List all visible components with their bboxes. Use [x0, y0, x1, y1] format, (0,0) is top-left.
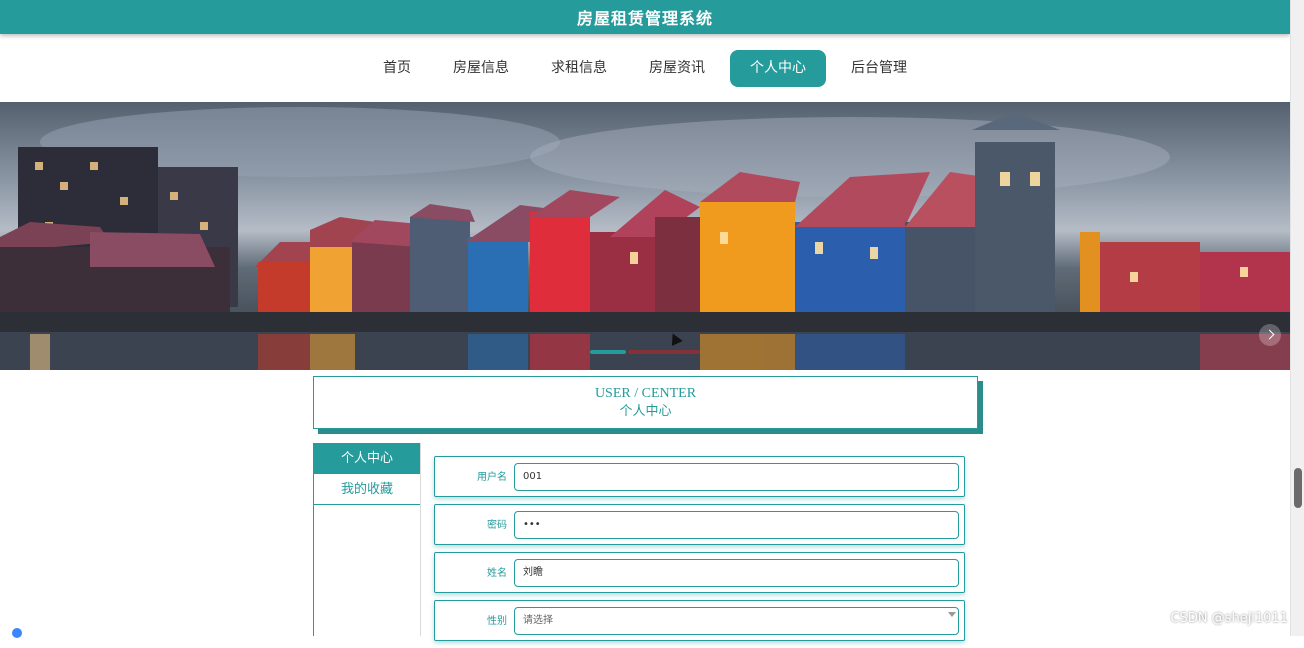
- name-input[interactable]: 刘瞻: [514, 559, 959, 587]
- main-nav: 首页 房屋信息 求租信息 房屋资讯 个人中心 后台管理: [0, 34, 1290, 102]
- carousel-dot-active[interactable]: [590, 350, 626, 354]
- name-label: 姓名: [435, 553, 507, 594]
- banner-image: [0, 102, 1290, 370]
- nav-admin[interactable]: 后台管理: [834, 50, 924, 87]
- user-sidebar: 个人中心 我的收藏: [313, 443, 421, 636]
- nav-rent-request[interactable]: 求租信息: [534, 50, 624, 87]
- username-label: 用户名: [435, 457, 507, 498]
- nav-house-info[interactable]: 房屋信息: [436, 50, 526, 87]
- username-input[interactable]: 001: [514, 463, 959, 491]
- carousel-next-button[interactable]: [1259, 324, 1281, 346]
- floating-indicator-icon[interactable]: [10, 626, 24, 640]
- password-label: 密码: [435, 505, 507, 546]
- form-row-username: 用户名 001: [434, 456, 965, 497]
- app-header: 房屋租赁管理系统: [0, 0, 1290, 34]
- page-scrollbar[interactable]: [1290, 0, 1304, 636]
- nav-home[interactable]: 首页: [366, 50, 428, 87]
- form-row-name: 姓名 刘瞻: [434, 552, 965, 593]
- section-title-en: USER / CENTER: [314, 385, 977, 403]
- chevron-down-icon[interactable]: [948, 612, 956, 617]
- section-title-cn: 个人中心: [314, 403, 977, 421]
- nav-user-center[interactable]: 个人中心: [730, 50, 826, 87]
- scrollbar-thumb[interactable]: [1294, 468, 1302, 508]
- nav-house-news[interactable]: 房屋资讯: [632, 50, 722, 87]
- sidebar-item-user-center[interactable]: 个人中心: [314, 443, 420, 474]
- banner-carousel: [0, 102, 1290, 370]
- carousel-dot[interactable]: [628, 350, 700, 354]
- watermark-text: CSDN @sheji1011: [1170, 611, 1288, 626]
- password-input[interactable]: •••: [514, 511, 959, 539]
- carousel-indicator[interactable]: [590, 350, 700, 354]
- form-row-gender: 性别 请选择: [434, 600, 965, 641]
- site-title: 房屋租赁管理系统: [577, 5, 713, 29]
- gender-select[interactable]: 请选择: [514, 607, 959, 635]
- form-row-password: 密码 •••: [434, 504, 965, 545]
- sidebar-item-favorites[interactable]: 我的收藏: [314, 474, 420, 505]
- profile-form: 用户名 001 密码 ••• 姓名 刘瞻 性别 请选择: [434, 456, 965, 648]
- section-header: USER / CENTER 个人中心: [313, 376, 978, 429]
